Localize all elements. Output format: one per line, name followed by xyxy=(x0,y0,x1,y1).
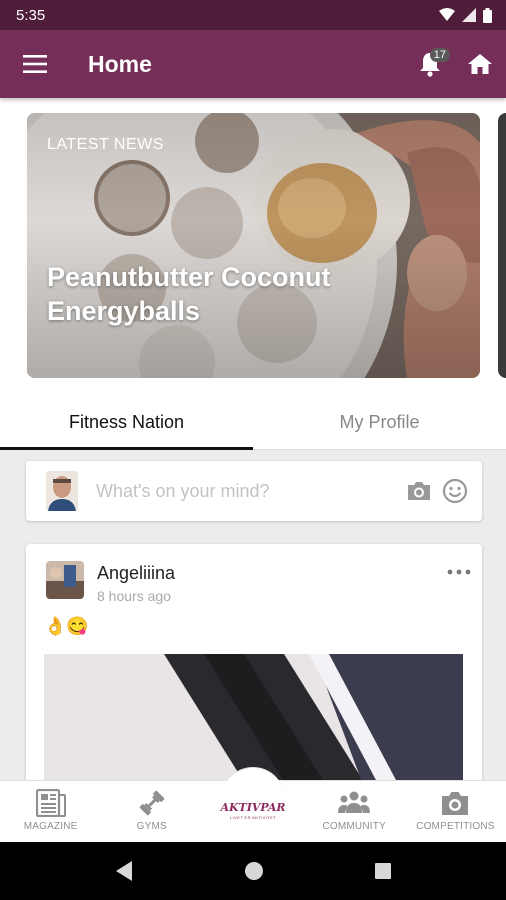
user-avatar xyxy=(46,471,78,511)
system-navigation-bar xyxy=(0,842,506,900)
smiley-icon xyxy=(442,478,468,504)
page-title: Home xyxy=(88,50,152,77)
system-icons xyxy=(439,7,492,23)
author-avatar-image xyxy=(46,561,84,599)
signal-icon xyxy=(462,8,476,22)
wifi-icon xyxy=(439,8,455,21)
menu-button[interactable] xyxy=(0,30,70,98)
magazine-icon xyxy=(35,789,66,817)
user-avatar-image xyxy=(46,471,78,511)
camera-icon xyxy=(408,482,430,500)
nav-community[interactable]: COMMUNITY xyxy=(304,781,405,842)
nav-gyms[interactable]: GYMS xyxy=(101,781,202,842)
add-photo-button[interactable] xyxy=(406,480,432,502)
app-bar: Home 17 xyxy=(0,30,506,98)
news-kicker: LATEST NEWS xyxy=(47,136,164,153)
composer-placeholder: What's on your mind? xyxy=(96,480,270,501)
nav-competitions[interactable]: COMPETITIONS xyxy=(405,781,506,842)
home-circle-icon[interactable] xyxy=(244,861,264,881)
nav-community-label: COMMUNITY xyxy=(322,821,386,832)
bottom-navigation: MAGAZINE GYMS AKTIVPAR LIVET ER AKTIVITE… xyxy=(0,767,506,842)
post-author-avatar[interactable] xyxy=(46,561,84,599)
nav-magazine[interactable]: MAGAZINE xyxy=(0,781,101,842)
home-icon xyxy=(468,54,492,74)
status-bar: 5:35 xyxy=(0,0,506,30)
add-emoji-button[interactable] xyxy=(442,478,468,504)
back-icon[interactable] xyxy=(114,860,134,882)
status-time: 5:35 xyxy=(16,6,46,24)
news-card[interactable]: LATEST NEWS Peanutbutter Coconut Energyb… xyxy=(27,113,480,378)
post-text: 👌😋 xyxy=(44,616,89,636)
tab-fitness-nation[interactable]: Fitness Nation xyxy=(0,396,253,450)
app-bar-actions: 17 xyxy=(406,30,506,98)
post-options-button[interactable] xyxy=(444,562,474,582)
recents-icon[interactable] xyxy=(374,862,392,880)
notifications-button[interactable]: 17 xyxy=(406,30,454,98)
nav-competitions-label: COMPETITIONS xyxy=(416,821,495,832)
home-button[interactable] xyxy=(454,30,506,98)
news-headline: Peanutbutter Coconut Energyballs xyxy=(47,262,331,326)
aktivpar-logo-text: AKTIVPAR xyxy=(220,801,286,814)
post-author-name[interactable]: Angeliiina xyxy=(97,563,175,584)
community-icon xyxy=(338,791,371,813)
nav-magazine-label: MAGAZINE xyxy=(23,821,78,832)
nav-gyms-label: GYMS xyxy=(136,821,167,832)
news-carousel[interactable]: LATEST NEWS Peanutbutter Coconut Energyb… xyxy=(0,98,506,396)
nav-aktivpar-home[interactable]: AKTIVPAR LIVET ER AKTIVITET xyxy=(202,781,303,842)
next-news-card[interactable] xyxy=(498,113,506,378)
post-timestamp: 8 hours ago xyxy=(97,588,171,604)
post-composer[interactable]: What's on your mind? xyxy=(26,461,482,521)
battery-icon xyxy=(483,7,492,23)
hamburger-icon xyxy=(23,55,47,73)
feed-tabs: Fitness Nation My Profile xyxy=(0,396,506,450)
camera-icon xyxy=(442,792,469,815)
notification-badge: 17 xyxy=(429,48,450,62)
aktivpar-logo-tagline: LIVET ER AKTIVITET xyxy=(229,815,277,820)
aktivpar-logo: AKTIVPAR LIVET ER AKTIVITET xyxy=(220,789,285,820)
feed-post: Angeliiina 8 hours ago 👌😋 xyxy=(26,544,482,804)
dumbbell-icon xyxy=(139,790,165,816)
more-horizontal-icon xyxy=(447,569,471,575)
tab-my-profile[interactable]: My Profile xyxy=(253,396,506,449)
